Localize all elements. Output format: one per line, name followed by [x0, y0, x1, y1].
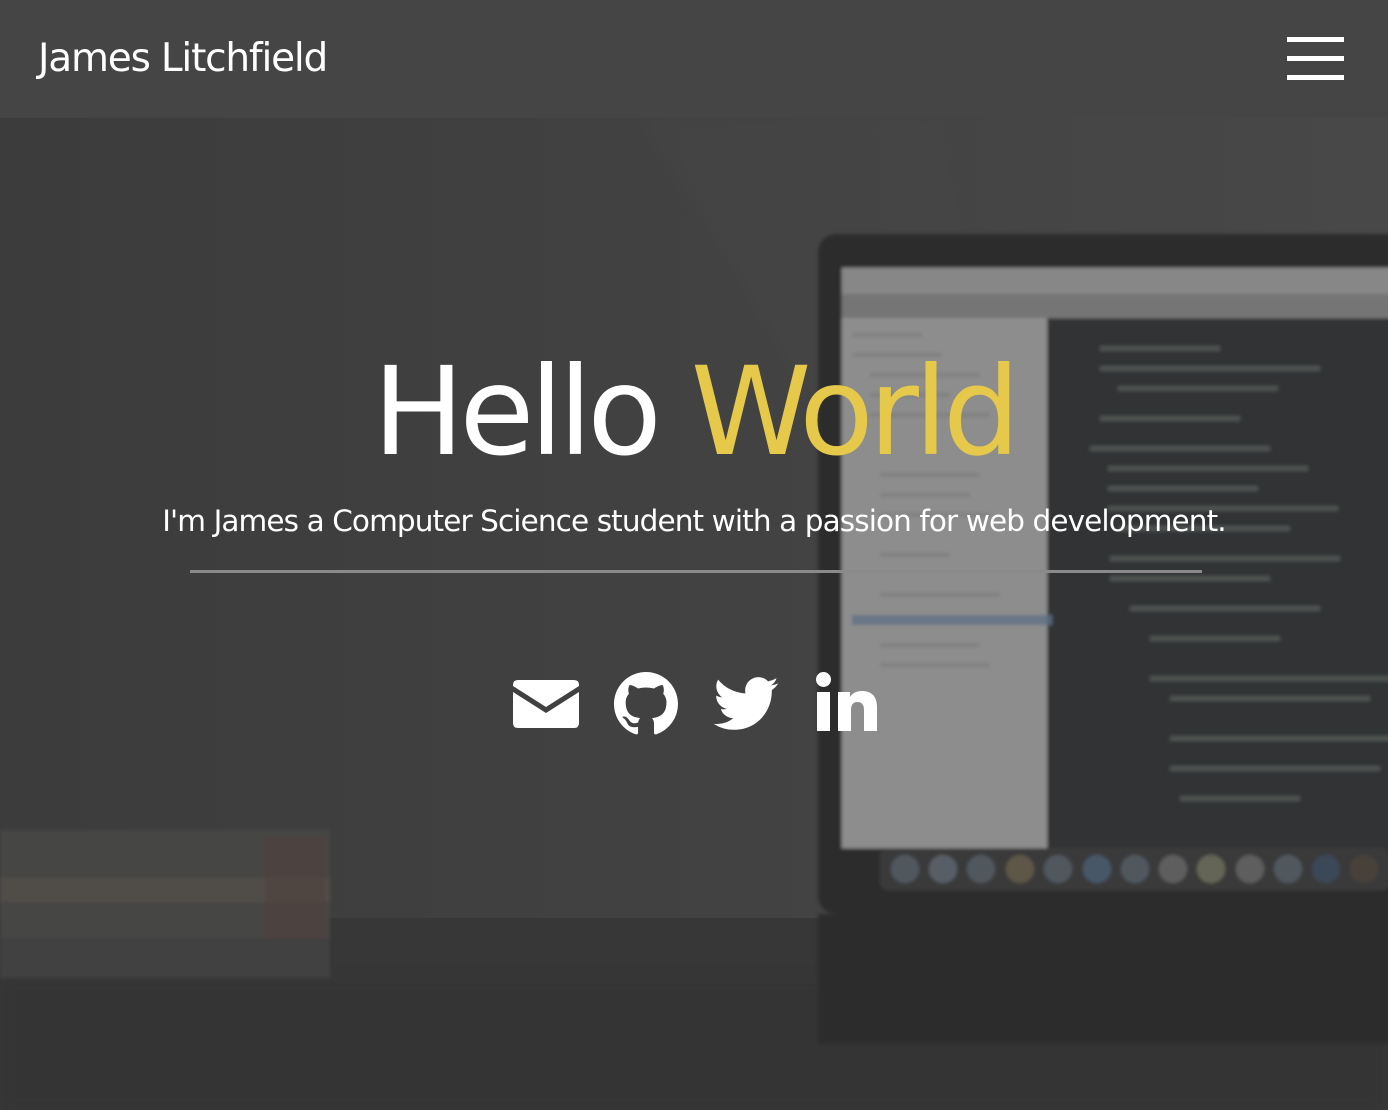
hero-headline: Hello World: [0, 345, 1388, 480]
headline-word-hello: Hello: [372, 341, 662, 483]
hamburger-bar: [1287, 75, 1344, 80]
navbar: James Litchfield: [0, 0, 1388, 118]
hamburger-bar: [1287, 37, 1344, 42]
headline-word-world: World: [690, 341, 1021, 483]
email-link[interactable]: [513, 680, 579, 728]
hero-tagline: I'm James a Computer Science student wit…: [162, 504, 1226, 538]
linkedin-link[interactable]: [816, 672, 878, 732]
envelope-icon: [513, 680, 579, 728]
hero-divider: [190, 570, 1202, 573]
linkedin-icon: [816, 672, 877, 731]
hero-content: Hello World I'm James a Computer Science…: [0, 0, 1388, 1110]
brand-link[interactable]: James Litchfield: [38, 34, 328, 84]
hamburger-menu-icon[interactable]: [1287, 37, 1344, 81]
github-icon: [614, 672, 678, 735]
github-link[interactable]: [614, 672, 678, 736]
twitter-link[interactable]: [713, 677, 779, 731]
hamburger-bar: [1287, 56, 1344, 61]
twitter-icon: [713, 677, 779, 730]
